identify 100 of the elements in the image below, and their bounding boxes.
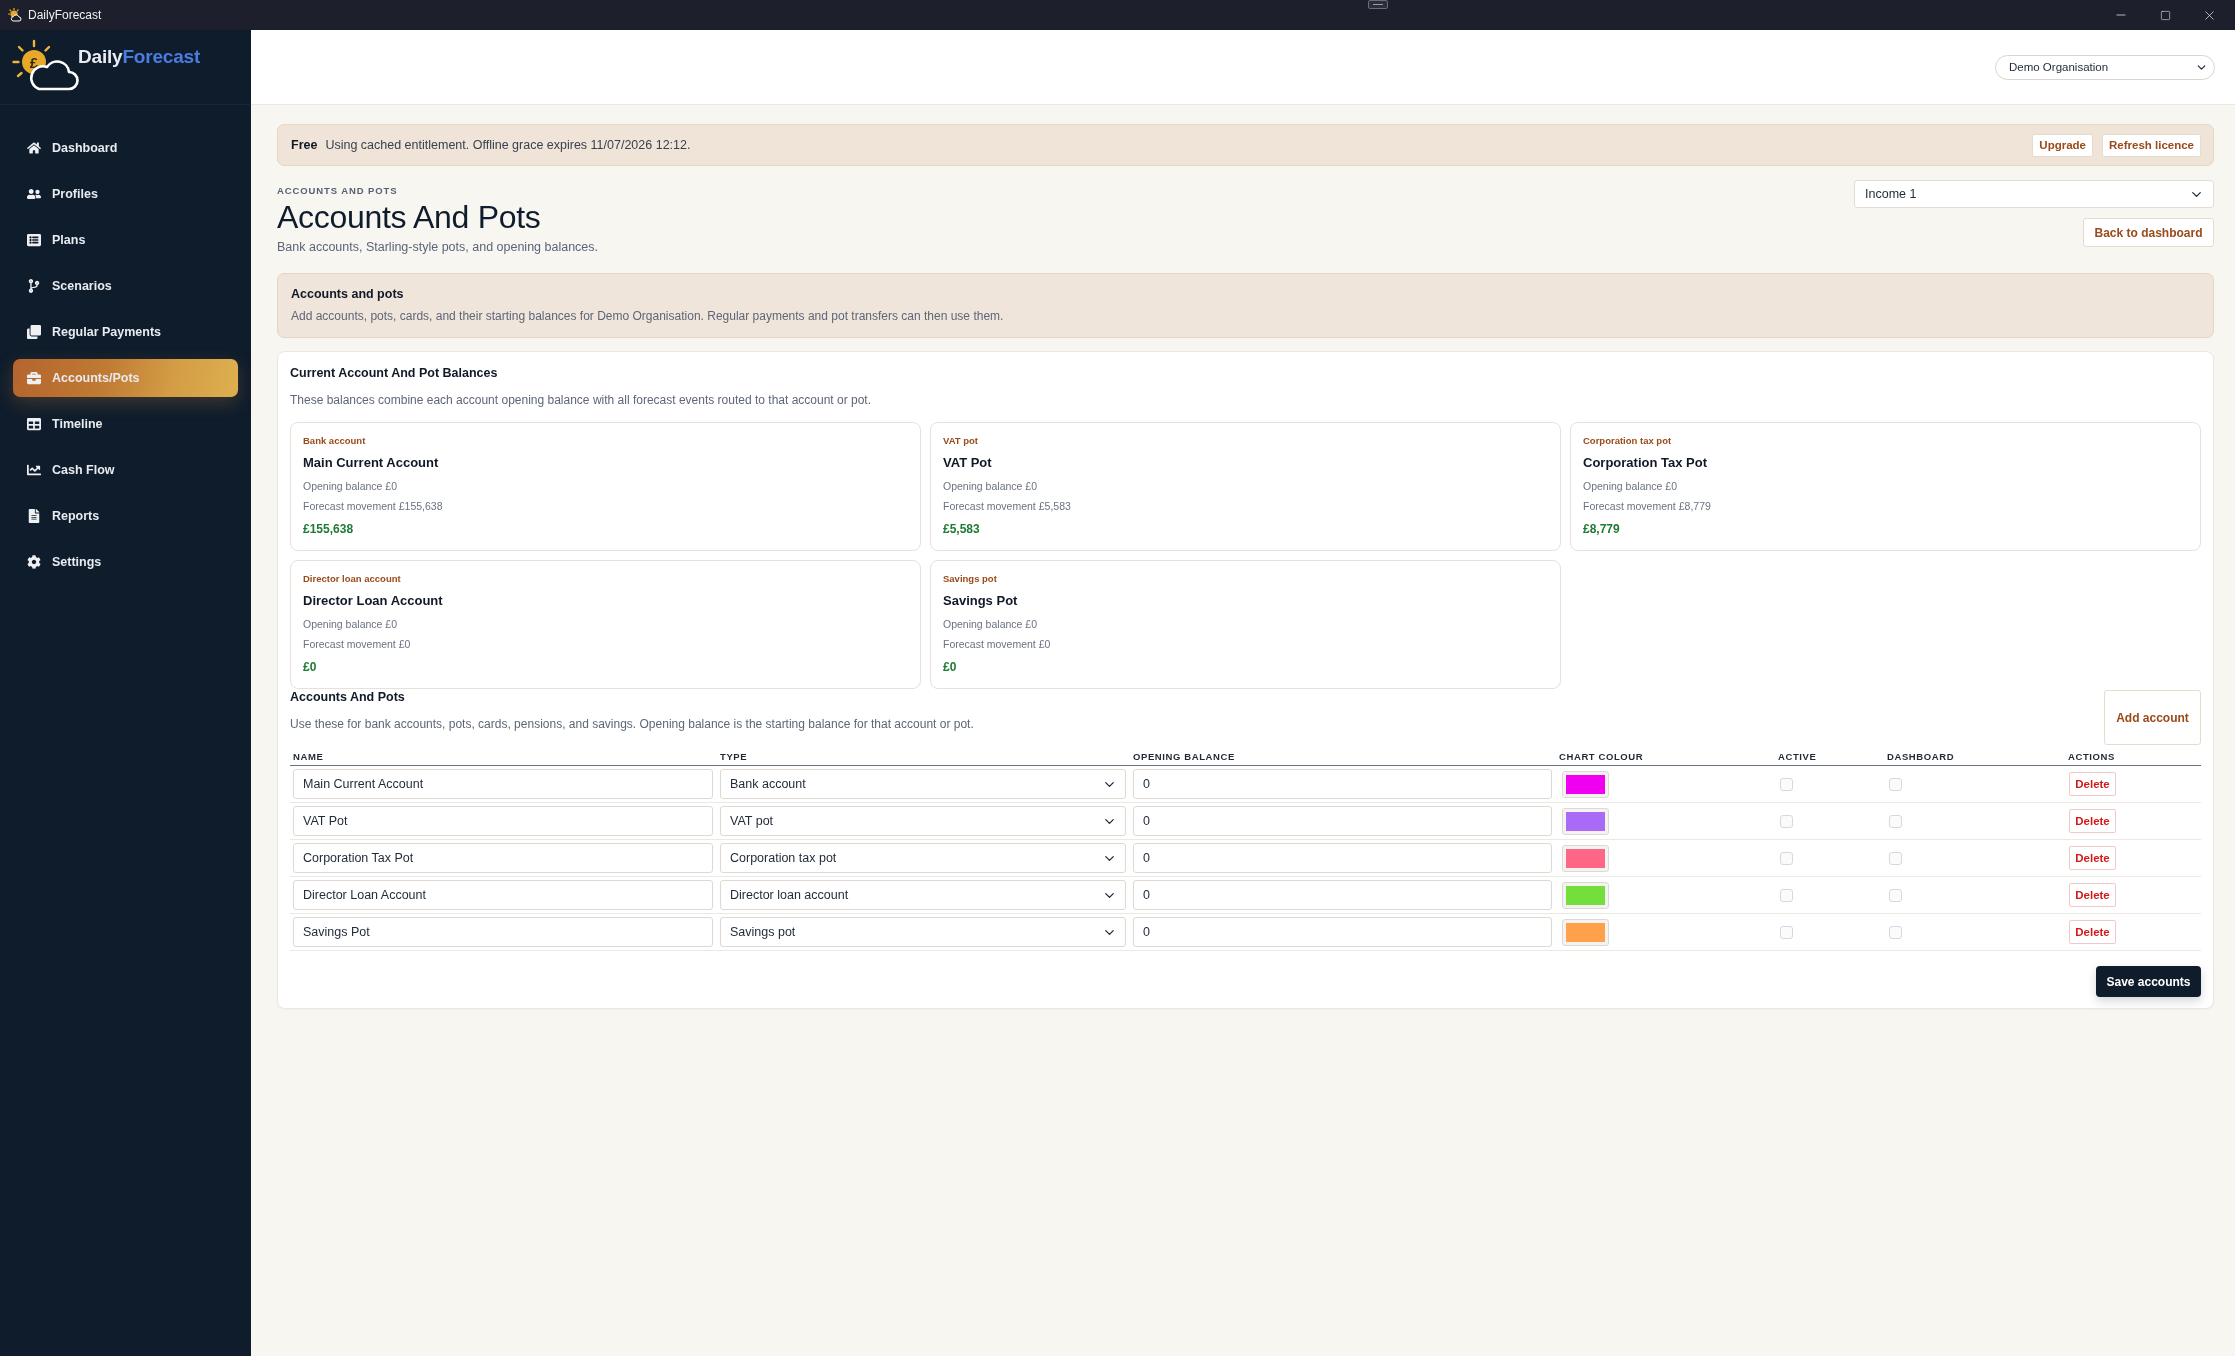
name-field[interactable]: Savings Pot [293, 917, 713, 947]
copy-icon [27, 325, 41, 339]
active-checkbox[interactable] [1780, 851, 1793, 865]
colour-swatch[interactable] [1562, 807, 1609, 835]
opening-balance-text: Opening balance £0 [303, 479, 398, 493]
active-checkbox[interactable] [1780, 814, 1793, 828]
delete-button[interactable]: Delete [2069, 809, 2116, 833]
column-header: ACTIONS [2067, 751, 2116, 762]
page-eyebrow: ACCOUNTS AND POTS [277, 185, 399, 197]
nav-item[interactable]: Reports [13, 497, 238, 535]
save-accounts-button[interactable]: Save accounts [2096, 966, 2201, 997]
nav-item[interactable]: Profiles [13, 175, 238, 213]
opening-balance-field[interactable]: 0 [1133, 917, 1552, 947]
balance-amount: £0 [303, 659, 318, 675]
snap-handle-icon [1368, 0, 1388, 9]
nav-item[interactable]: Dashboard [13, 129, 238, 167]
nav-item[interactable]: Plans [13, 221, 238, 259]
account-name: Corporation Tax Pot [1583, 454, 1708, 472]
delete-button[interactable]: Delete [2069, 772, 2116, 796]
dashboard-checkbox[interactable] [1889, 888, 1902, 902]
forecast-movement-text: Forecast movement £155,638 [303, 499, 444, 513]
back-button[interactable]: Back to dashboard [2083, 218, 2214, 247]
active-checkbox[interactable] [1780, 925, 1793, 939]
page-title: Accounts And Pots [277, 198, 542, 236]
plan-label: Free [291, 138, 318, 152]
type-select[interactable]: Director loan account [720, 880, 1126, 910]
opening-balance-field[interactable]: 0 [1133, 806, 1552, 836]
brand-name: DailyForecast [78, 46, 201, 68]
column-header: NAME [292, 751, 325, 762]
account-type: Bank account [303, 435, 367, 447]
dashboard-checkbox[interactable] [1889, 814, 1902, 828]
delete-button[interactable]: Delete [2069, 846, 2116, 870]
section-title: Current Account And Pot Balances [290, 365, 499, 381]
balance-amount: £155,638 [303, 521, 355, 537]
opening-balance-text: Opening balance £0 [943, 617, 1038, 631]
maximize-icon [2159, 9, 2171, 21]
nav-item[interactable]: Cash Flow [13, 451, 238, 489]
dashboard-checkbox[interactable] [1889, 777, 1902, 791]
account-type: Corporation tax pot [1583, 435, 1673, 447]
home-icon [27, 141, 41, 155]
name-field[interactable]: VAT Pot [293, 806, 713, 836]
opening-balance-text: Opening balance £0 [943, 479, 1038, 493]
notice-title: Accounts and pots [291, 286, 405, 302]
account-name: VAT Pot [943, 454, 993, 472]
nav-item[interactable]: Timeline [13, 405, 238, 443]
type-select[interactable]: VAT pot [720, 806, 1126, 836]
users-icon [27, 187, 41, 201]
opening-balance-field[interactable]: 0 [1133, 769, 1552, 799]
delete-button[interactable]: Delete [2069, 883, 2116, 907]
opening-balance-field[interactable]: 0 [1133, 843, 1552, 873]
licence-button[interactable]: Refresh licence [2102, 133, 2201, 157]
delete-button[interactable]: Delete [2069, 920, 2116, 944]
active-checkbox[interactable] [1780, 888, 1793, 902]
app-logo-icon [8, 8, 22, 22]
nav-item[interactable]: Settings [13, 543, 238, 581]
column-header: CHART COLOUR [1558, 751, 1645, 762]
colour-swatch[interactable] [1562, 770, 1609, 798]
add-account-button[interactable]: Add account [2104, 690, 2201, 745]
account-type: VAT pot [943, 435, 979, 447]
nav-item[interactable]: Scenarios [13, 267, 238, 305]
balance-amount: £5,583 [943, 521, 981, 537]
balance-amount: £0 [943, 659, 958, 675]
table-icon [27, 417, 41, 431]
opening-balance-field[interactable]: 0 [1133, 880, 1552, 910]
name-field[interactable]: Director Loan Account [293, 880, 713, 910]
licence-button[interactable]: Upgrade [2032, 133, 2093, 157]
account-type: Director loan account [303, 573, 402, 585]
type-select[interactable]: Bank account [720, 769, 1126, 799]
account-name: Director Loan Account [303, 592, 444, 610]
column-header: OPENING BALANCE [1132, 751, 1236, 762]
forecast-movement-text: Forecast movement £0 [303, 637, 412, 651]
window-title: DailyForecast [28, 8, 102, 22]
forecast-movement-text: Forecast movement £8,779 [1583, 499, 1712, 513]
forecast-movement-text: Forecast movement £5,583 [943, 499, 1072, 513]
dashboard-checkbox[interactable] [1889, 851, 1902, 865]
active-checkbox[interactable] [1780, 777, 1793, 791]
list-icon [27, 233, 41, 247]
name-field[interactable]: Corporation Tax Pot [293, 843, 713, 873]
account-name: Main Current Account [303, 454, 440, 472]
column-header: ACTIVE [1777, 751, 1818, 762]
section-description: These balances combine each account opening balance with all forecast events routed to that account or pot. [290, 392, 873, 408]
type-select[interactable]: Savings pot [720, 917, 1126, 947]
column-header: DASHBOARD [1886, 751, 1956, 762]
colour-swatch[interactable] [1562, 844, 1609, 872]
column-header: TYPE [719, 751, 749, 762]
briefcase-icon [27, 371, 41, 385]
settings-icon [27, 555, 41, 569]
section-title: Accounts And Pots [290, 689, 406, 705]
dashboard-checkbox[interactable] [1889, 925, 1902, 939]
organisation-select[interactable]: Demo Organisation [1995, 54, 2215, 80]
type-select[interactable]: Corporation tax pot [720, 843, 1126, 873]
nav-item[interactable]: Regular Payments [13, 313, 238, 351]
section-description: Use these for bank accounts, pots, cards, pensions, and savings. Opening balance is the starting balance for that account or pot. [290, 716, 974, 732]
colour-swatch[interactable] [1562, 918, 1609, 946]
forecast-movement-text: Forecast movement £0 [943, 637, 1052, 651]
colour-swatch[interactable] [1562, 881, 1609, 909]
line-chart-icon [27, 463, 41, 477]
name-field[interactable]: Main Current Account [293, 769, 713, 799]
plan-select[interactable]: Income 1 [1854, 180, 2214, 208]
opening-balance-text: Opening balance £0 [1583, 479, 1678, 493]
